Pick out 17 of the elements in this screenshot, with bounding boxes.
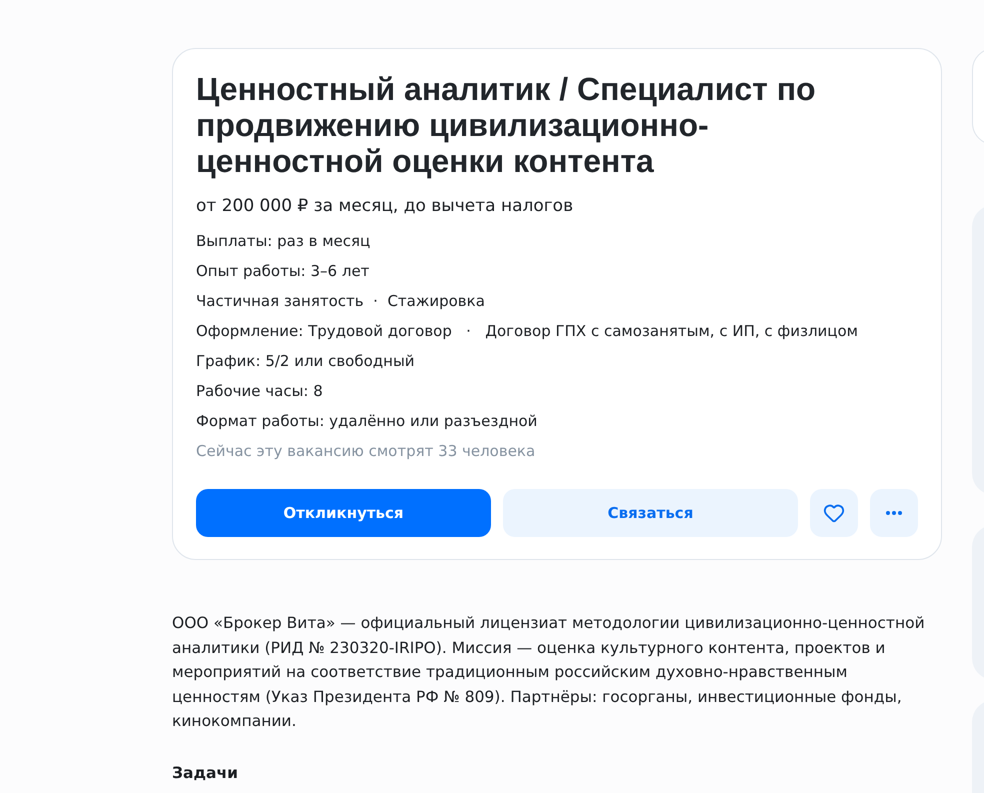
section-heading: Задачи	[172, 762, 239, 784]
viewers-text: Сейчас эту вакансию смотрят 33 человека	[196, 441, 536, 462]
contact-button[interactable]: Связаться	[503, 489, 798, 537]
vacancy-detail: Рабочие часы: 8	[196, 381, 324, 402]
vacancy-detail: График: 5/2 или свободный	[196, 351, 416, 372]
company-description: ООО «Брокер Вита» — официальный лицензиат методологии цивилизационно-ценностной аналитики (РИД № 230320-IRIPO). Миссия — оценка культурного контента, проектов и мероприятий на соответствие традиционным российским духовно-нравственным ценностям (Указ Президента РФ № 809). Партнёры: госорганы, инвестиционные фонды, кинокомпании.	[172, 613, 926, 732]
vacancy-detail: Опыт работы: 3–6 лет	[196, 261, 370, 282]
vacancy-detail: Оформление: Трудовой договор · Договор ГПХ с самозанятым, с ИП, с физлицом	[196, 321, 859, 342]
heart-icon	[823, 502, 845, 524]
vacancy-title: Ценностный аналитик / Специалист по продвижению цивилизационно-ценностной оценки контента	[196, 71, 817, 179]
favorite-button[interactable]	[810, 489, 858, 537]
ellipsis-icon	[886, 511, 902, 515]
vacancy-detail: Формат работы: удалённо или разъездной	[196, 411, 538, 432]
vacancy-detail: Частичная занятость · Стажировка	[196, 291, 486, 312]
salary-text: от 200 000 ₽ за месяц, до вычета налогов	[196, 195, 574, 218]
vacancy-detail: Выплаты: раз в месяц	[196, 231, 372, 252]
apply-button[interactable]: Откликнуться	[196, 489, 491, 537]
